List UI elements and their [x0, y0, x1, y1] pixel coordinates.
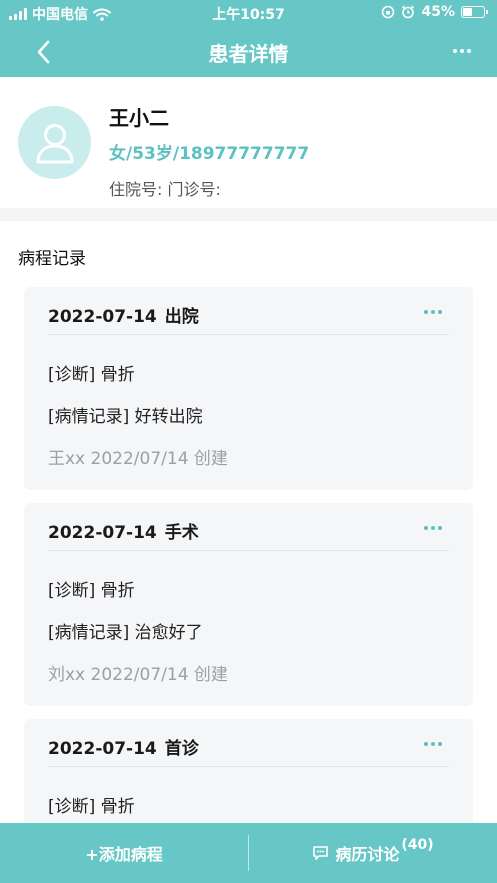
page-title: 患者详情 [208, 42, 289, 66]
record-date: 2022-07-14 [48, 307, 157, 327]
record-diagnosis: [诊断] 骨折 [48, 797, 135, 817]
record-diagnosis: [诊断] 骨折 [48, 581, 135, 601]
bottom-action-bar: +添加病程 病历讨论 (40) [0, 823, 497, 883]
record-note: [病情记录] 治愈好了 [48, 623, 203, 643]
record-card[interactable]: 2022-07-14 出院 [诊断] 骨折 [病情记录] 好转出院 王xx 202… [24, 287, 473, 490]
more-dots-icon [453, 49, 457, 53]
record-more-icon[interactable] [421, 739, 445, 749]
record-type: 首诊 [164, 739, 199, 759]
status-bar: 中国电信 上午10:57 45% [0, 0, 497, 26]
rotation-lock-icon [382, 5, 395, 19]
patient-profile-card: 王小二 女/53岁/18977777777 住院号: 门诊号: [0, 77, 497, 208]
chat-bubble-icon [313, 846, 329, 860]
record-date: 2022-07-14 [48, 523, 157, 543]
more-menu-button[interactable] [449, 38, 475, 64]
record-meta: 王xx 2022/07/14 创建 [48, 449, 228, 469]
record-card[interactable]: 2022-07-14 手术 [诊断] 骨折 [病情记录] 治愈好了 刘xx 202… [24, 503, 473, 706]
record-date: 2022-07-14 [48, 739, 157, 759]
avatar [18, 106, 91, 179]
records-section: 病程记录 2022-07-14 出院 [诊断] 骨折 [病情记录] 好转出院 王x… [0, 221, 497, 823]
record-header: 2022-07-14 出院 [48, 302, 199, 327]
record-more-icon[interactable] [421, 523, 445, 533]
add-record-button[interactable]: +添加病程 [0, 823, 248, 883]
alarm-icon [402, 5, 415, 19]
record-note: [病情记录] 好转出院 [48, 407, 203, 427]
patient-name: 王小二 [109, 106, 169, 130]
battery-icon [461, 6, 488, 18]
status-right: 45% [381, 4, 488, 20]
record-diagnosis: [诊断] 骨折 [48, 365, 135, 385]
record-meta: 刘xx 2022/07/14 创建 [48, 665, 228, 685]
battery-percent: 45% [421, 4, 455, 20]
case-discussion-button[interactable]: 病历讨论 (40) [249, 823, 497, 883]
record-header: 2022-07-14 手术 [48, 518, 199, 543]
discussion-count-badge: (40) [401, 837, 434, 853]
user-icon [36, 123, 73, 163]
add-record-label: +添加病程 [85, 845, 163, 864]
case-discussion-label: 病历讨论 [335, 845, 400, 864]
patient-info[interactable]: 女/53岁/18977777777 [109, 139, 309, 164]
record-card[interactable]: 2022-07-14 首诊 [诊断] 骨折 [24, 719, 473, 823]
record-type: 出院 [164, 307, 199, 327]
patient-ids: 住院号: 门诊号: [109, 180, 221, 199]
divider [48, 766, 449, 767]
divider [48, 334, 449, 335]
record-more-icon[interactable] [421, 307, 445, 317]
nav-bar: 患者详情 [0, 26, 497, 77]
section-title: 病程记录 [18, 249, 86, 269]
record-header: 2022-07-14 首诊 [48, 734, 199, 759]
divider [48, 550, 449, 551]
record-type: 手术 [164, 523, 199, 543]
